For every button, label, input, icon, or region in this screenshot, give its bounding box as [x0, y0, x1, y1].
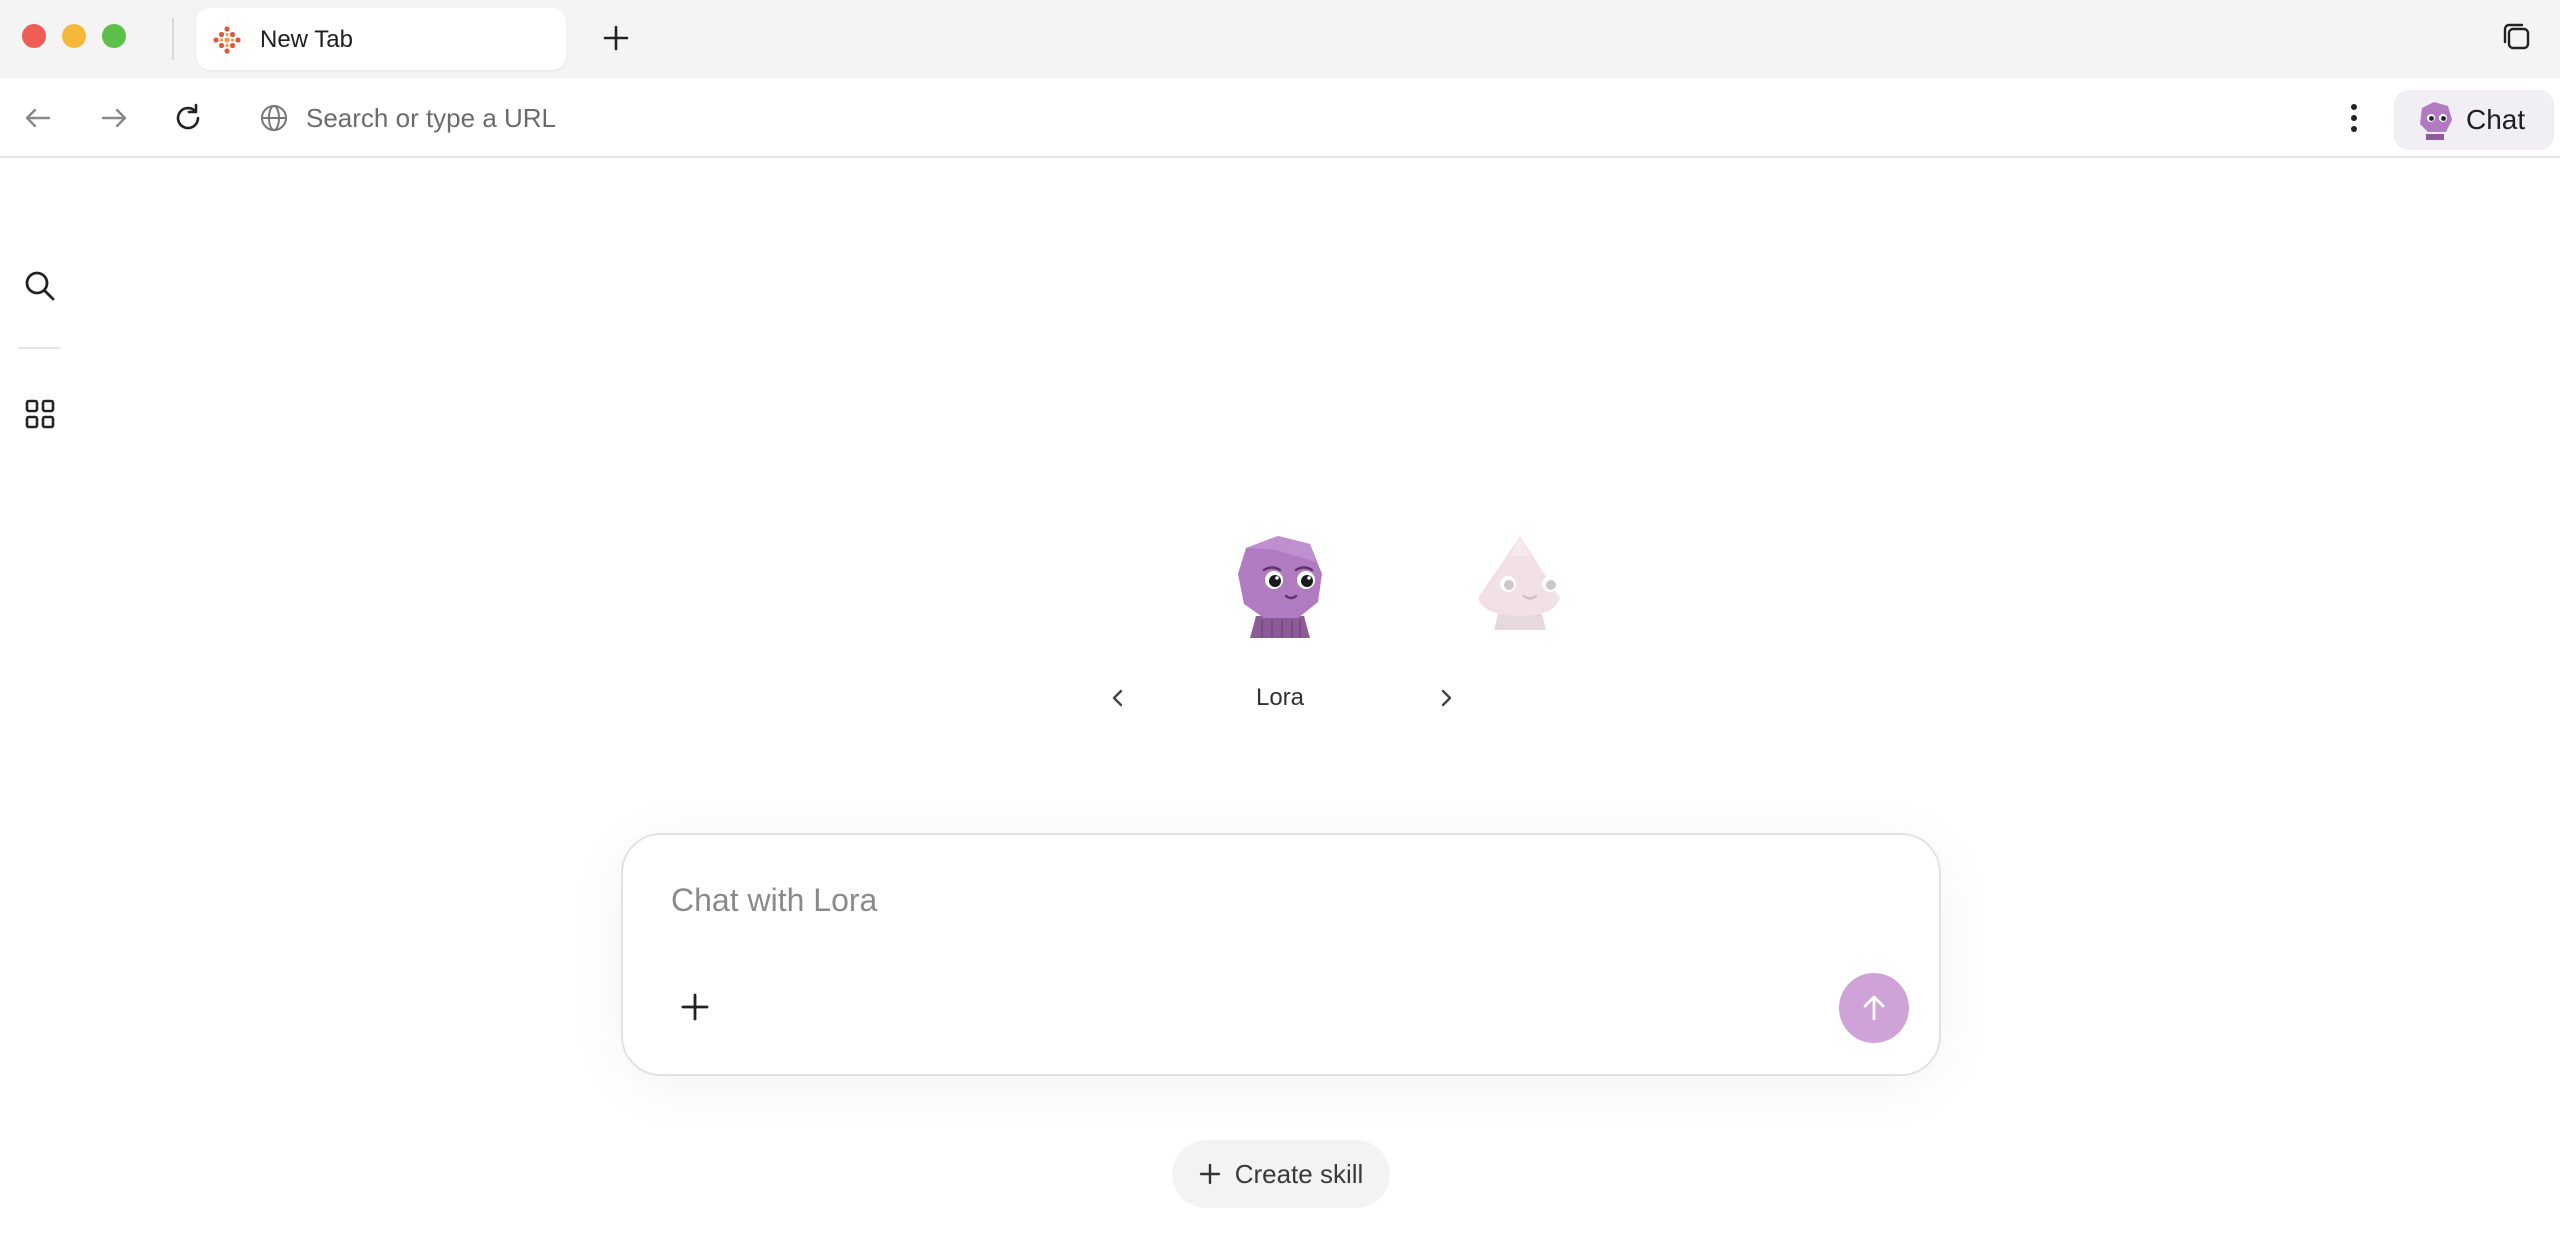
search-icon[interactable]	[20, 266, 60, 306]
more-menu-button[interactable]	[2334, 98, 2374, 138]
arrow-right-icon	[101, 108, 127, 128]
sidebar-divider	[18, 347, 60, 349]
tab-separator	[172, 18, 174, 60]
attach-button[interactable]	[673, 985, 717, 1029]
chat-input[interactable]	[671, 875, 1851, 925]
tab-title: New Tab	[260, 26, 353, 53]
lora-character-avatar[interactable]	[1234, 534, 1326, 638]
next-character-button[interactable]	[1430, 680, 1462, 716]
minimize-window-button[interactable]	[62, 24, 86, 48]
chevron-left-icon	[1112, 689, 1123, 707]
diamond-dots-icon	[213, 26, 241, 54]
back-button[interactable]	[18, 98, 58, 138]
more-vertical-icon	[2351, 104, 2357, 132]
window-switcher-icon[interactable]	[2500, 20, 2536, 56]
chat-button[interactable]: Chat	[2394, 90, 2554, 150]
globe-icon	[261, 105, 287, 131]
browser-toolbar: Chat	[0, 78, 2560, 158]
reload-button[interactable]	[168, 98, 208, 138]
previous-character-button[interactable]	[1102, 680, 1134, 716]
chat-composer	[621, 833, 1941, 1076]
lora-avatar-icon	[2420, 102, 2452, 140]
address-bar-input[interactable]	[306, 96, 1206, 140]
title-bar: New Tab	[0, 0, 2560, 78]
arrow-left-icon	[25, 108, 51, 128]
send-button[interactable]	[1839, 973, 1909, 1043]
chat-button-label: Chat	[2466, 104, 2526, 135]
grid-icon[interactable]	[20, 394, 60, 434]
create-skill-button[interactable]: Create skill	[1172, 1140, 1390, 1208]
chevron-right-icon	[1441, 689, 1452, 707]
forward-button[interactable]	[94, 98, 134, 138]
close-window-button[interactable]	[22, 24, 46, 48]
next-character-avatar[interactable]	[1474, 534, 1566, 634]
plus-icon	[681, 993, 709, 1021]
plus-icon	[603, 25, 629, 51]
tab-new-tab[interactable]: New Tab	[196, 8, 566, 70]
plus-icon	[1199, 1163, 1220, 1185]
create-skill-label: Create skill	[1234, 1158, 1364, 1189]
reload-icon	[176, 103, 200, 130]
arrow-up-icon	[1863, 995, 1885, 1021]
character-name: Lora	[1255, 684, 1305, 711]
new-tab-button[interactable]	[598, 20, 634, 56]
maximize-window-button[interactable]	[102, 24, 126, 48]
